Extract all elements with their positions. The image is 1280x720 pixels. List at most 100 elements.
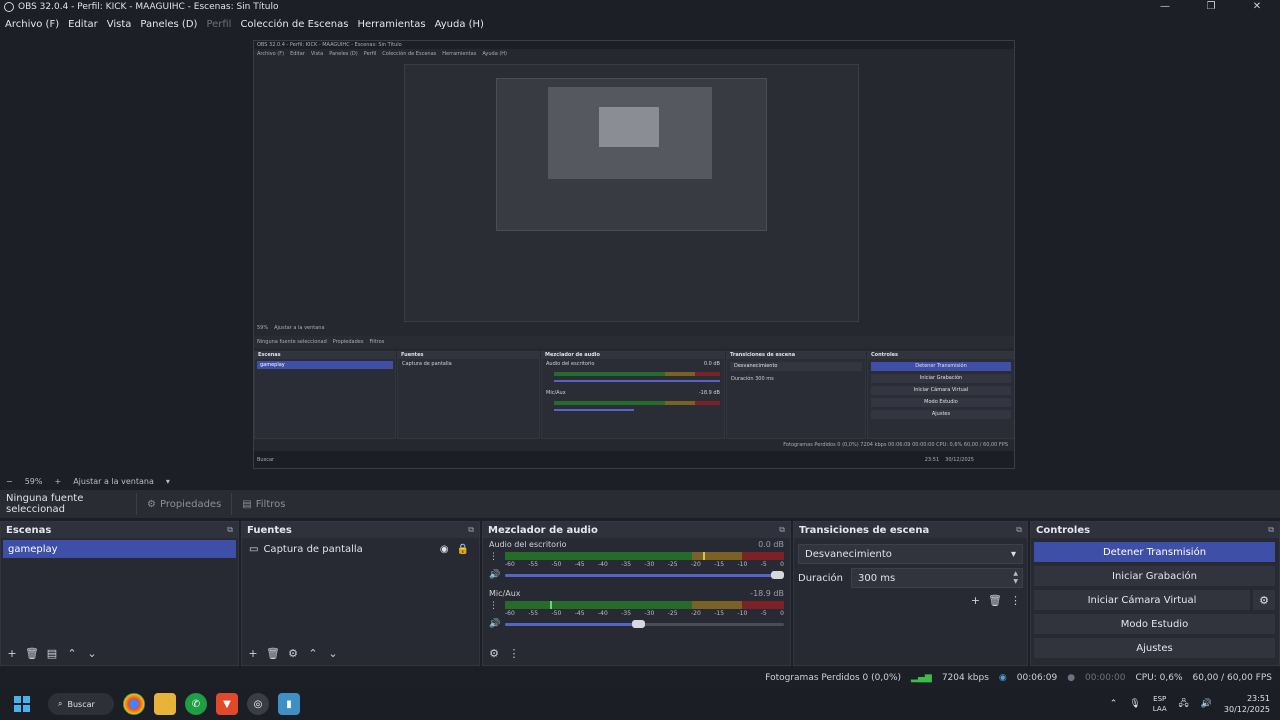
windows-start-icon[interactable] [14, 696, 30, 712]
record-icon: ● [1067, 673, 1076, 683]
speaker-icon[interactable]: 🔊 [489, 619, 505, 629]
whatsapp-icon[interactable]: ✆ [185, 693, 207, 715]
gear-icon[interactable]: ⚙ [286, 647, 300, 660]
fps: 60,00 / 60,00 FPS [1192, 673, 1272, 683]
file-explorer-icon[interactable] [154, 693, 176, 715]
sources-title: Fuentes [247, 524, 292, 536]
add-icon[interactable]: + [5, 647, 19, 660]
network-icon[interactable]: 🖧 [1179, 696, 1189, 712]
add-icon[interactable]: + [246, 647, 260, 660]
chevron-up-icon[interactable]: ⌃ [65, 647, 79, 660]
microphone-icon[interactable]: 🎙 [1129, 699, 1140, 709]
mixer-channel-desktop: Audio del escritorio 0.0 dB ⋮ -60 -55 -5… [483, 538, 790, 581]
trash-icon[interactable]: 🗑 [266, 647, 280, 660]
transitions-dock: Transiciones de escena ⧉ Desvanecimiento… [793, 521, 1028, 666]
preview-canvas[interactable]: OBS 32.0.4 - Perfil: KICK - MAAGUIHC - E… [253, 40, 1015, 469]
scenes-title: Escenas [6, 524, 52, 536]
start-virtual-cam-button[interactable]: Iniciar Cámara Virtual [1034, 590, 1250, 610]
scenes-dock: Escenas ⧉ gameplay + 🗑 ▤ ⌃ ⌄ [0, 521, 239, 666]
zoom-in-button[interactable]: + [54, 477, 61, 486]
kebab-icon[interactable]: ⋮ [1010, 594, 1021, 607]
chevron-down-icon[interactable]: ⌄ [326, 647, 340, 660]
zoom-out-button[interactable]: − [6, 477, 13, 486]
menu-vista[interactable]: Vista [107, 19, 132, 30]
eye-icon[interactable]: ◉ [440, 544, 449, 555]
mini-ch1: Audio del escritorio 0.0 dB [542, 359, 724, 369]
tick-label: -50 [551, 561, 562, 568]
search-label: Buscar [67, 699, 95, 709]
volume-slider[interactable] [505, 619, 784, 628]
app-icon[interactable]: ▮ [278, 693, 300, 715]
language-indicator[interactable]: ESP LAA [1153, 694, 1167, 714]
maximize-icon[interactable]: ❐ [1188, 0, 1234, 14]
volume-knob[interactable] [631, 619, 645, 628]
duration-spinner[interactable]: ▲ ▼ [1013, 570, 1018, 586]
menu-ayuda[interactable]: Ayuda (H) [435, 19, 484, 30]
tick-label: -45 [574, 610, 585, 617]
obs-taskbar-icon[interactable]: ◎ [247, 693, 269, 715]
chevron-down-icon[interactable]: ⌄ [85, 647, 99, 660]
trash-icon[interactable]: 🗑 [988, 594, 1002, 607]
menu-archivo[interactable]: Archivo (F) [5, 19, 59, 30]
source-item-left: ▭ Captura de pantalla [249, 544, 363, 555]
speaker-icon[interactable]: 🔊 [489, 570, 505, 580]
lock-icon[interactable]: 🔒 [457, 544, 469, 555]
minimize-icon[interactable]: — [1142, 0, 1188, 14]
system-tray: ⌃ 🎙 ESP LAA 🖧 🔊 23:51 30/12/2025 [1110, 688, 1270, 720]
filters-button[interactable]: ▤ Filtros [231, 493, 295, 515]
transition-select[interactable]: Desvanecimiento ▾ [798, 544, 1023, 564]
properties-button[interactable]: ⚙ Propiedades [136, 493, 231, 515]
undock-icon[interactable]: ⧉ [1016, 525, 1022, 535]
volume-knob[interactable] [771, 570, 784, 579]
chevron-down-icon[interactable]: ▼ [1013, 578, 1018, 586]
trash-icon[interactable]: 🗑 [25, 647, 39, 660]
volume-slider[interactable] [505, 570, 784, 579]
source-item[interactable]: ▭ Captura de pantalla ◉ 🔒 [244, 540, 477, 558]
menu-herramientas[interactable]: Herramientas [357, 19, 425, 30]
kebab-icon[interactable]: ⋮ [507, 647, 521, 660]
mixer-channel-mic: Mic/Aux -18.9 dB ⋮ -60 -55 -50 -45 -40 -… [483, 587, 790, 630]
add-icon[interactable]: + [971, 594, 980, 607]
tick-label: -20 [691, 610, 701, 617]
scene-item[interactable]: gameplay [3, 540, 236, 558]
volume-icon[interactable]: 🔊 [1201, 699, 1212, 709]
controls-title: Controles [1036, 524, 1091, 536]
clock[interactable]: 23:51 30/12/2025 [1224, 693, 1270, 715]
studio-mode-button[interactable]: Modo Estudio [1034, 614, 1275, 634]
menu-coleccion-escenas[interactable]: Colección de Escenas [240, 19, 348, 30]
menu-paneles[interactable]: Paneles (D) [140, 19, 197, 30]
duration-input[interactable]: 300 ms ▲ ▼ [851, 568, 1023, 588]
mini-menu-item: Herramientas [442, 51, 477, 57]
close-icon[interactable]: ✕ [1234, 0, 1280, 14]
controls-header: Controles ⧉ [1031, 522, 1279, 538]
brave-icon[interactable]: ▼ [216, 693, 238, 715]
kebab-icon[interactable]: ⋮ [489, 601, 498, 611]
menu-editar[interactable]: Editar [68, 19, 98, 30]
kebab-icon[interactable]: ⋮ [489, 552, 498, 562]
menu-perfil[interactable]: Perfil [206, 19, 231, 30]
stop-stream-button[interactable]: Detener Transmisión [1034, 542, 1275, 562]
tick-label: -40 [598, 610, 608, 617]
channel-name: Audio del escritorio [489, 540, 567, 549]
settings-button[interactable]: Ajustes [1034, 638, 1275, 658]
channel-header: Mic/Aux -18.9 dB [489, 589, 784, 600]
undock-icon[interactable]: ⧉ [227, 525, 233, 535]
chevron-up-icon[interactable]: ⌃ [306, 647, 320, 660]
mini-search: Buscar [257, 457, 275, 463]
chrome-icon[interactable] [123, 693, 145, 715]
filter-icon[interactable]: ▤ [45, 647, 59, 660]
chevron-up-icon[interactable]: ⌃ [1110, 699, 1118, 709]
fit-window-label[interactable]: Ajustar a la ventana [73, 477, 154, 486]
undock-icon[interactable]: ⧉ [1268, 525, 1274, 535]
gear-icon[interactable]: ⚙ [1253, 590, 1275, 610]
properties-label: Propiedades [159, 498, 222, 510]
undock-icon[interactable]: ⧉ [779, 525, 785, 535]
start-recording-button[interactable]: Iniciar Grabación [1034, 566, 1275, 586]
advanced-audio-icon[interactable]: ⚙ [487, 647, 501, 660]
mini-menu-item: Paneles (D) [329, 51, 358, 57]
undock-icon[interactable]: ⧉ [468, 525, 474, 535]
duration-label: Duración [798, 572, 844, 584]
taskbar-search[interactable]: ⌕ Buscar [48, 693, 114, 715]
chevron-up-icon[interactable]: ▲ [1013, 570, 1018, 578]
chevron-down-icon[interactable]: ▾ [166, 477, 170, 486]
